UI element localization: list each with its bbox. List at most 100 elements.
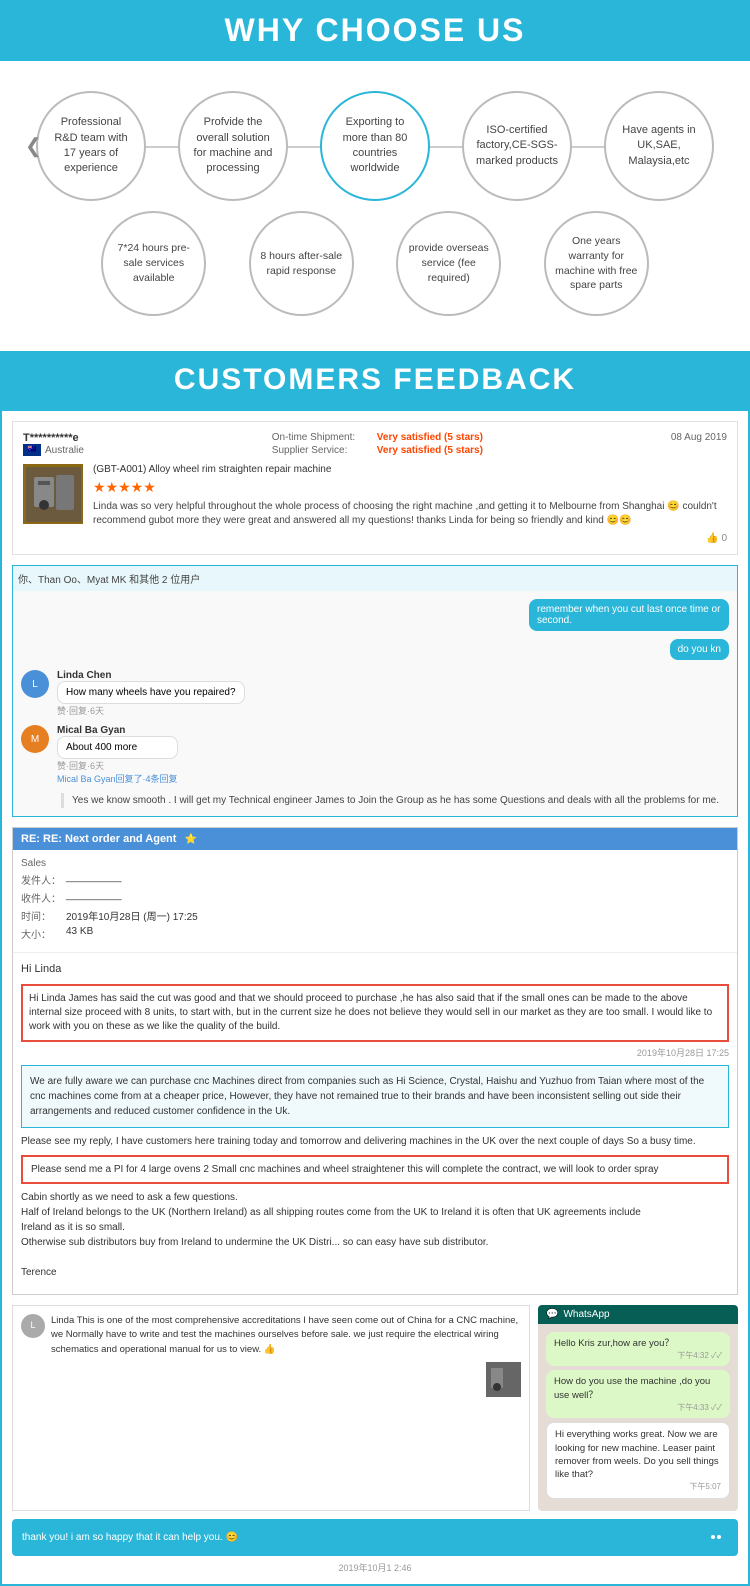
- info-text: We are fully aware we can purchase cnc M…: [30, 1076, 704, 1117]
- whatsapp-time-1: 下午4:32 ✓✓: [554, 1350, 722, 1361]
- size-label: 大小：: [21, 926, 61, 941]
- bottom-review-text: Linda This is one of the most comprehens…: [51, 1314, 521, 1357]
- email-subject: RE: RE: Next order and Agent: [21, 833, 176, 845]
- review-ratings: On-time Shipment: Very satisfied (5 star…: [272, 432, 483, 456]
- email-meta: Sales 发件人： __________ 收件人： __________ 时间…: [13, 850, 737, 953]
- feature-circle-5: Have agents in UK,SAE, Malaysia,etc: [604, 91, 714, 201]
- chat-right-msg-2: do you kn: [670, 639, 729, 660]
- bottom-features-row: 7*24 hours pre-sale services available 8…: [20, 211, 730, 316]
- chat-sub-2: 赞·回复·6天: [57, 759, 178, 772]
- reviewer-name: T**********e: [23, 432, 84, 444]
- why-header: WHY CHOOSE US: [0, 0, 750, 61]
- bottom-reviewer-avatar: L: [21, 1314, 45, 1338]
- star-rating: ★★★★★: [93, 479, 727, 496]
- whatsapp-label: WhatsApp: [563, 1309, 609, 1320]
- review-date: 08 Aug 2019: [671, 432, 727, 456]
- size-value: 43 KB: [66, 926, 93, 941]
- chat-msg-2: M Mical Ba Gyan About 400 more 赞·回复·6天 M…: [21, 725, 729, 785]
- reviewer-info: T**********e 🇦🇺 Australie: [23, 432, 84, 456]
- bottom-chat-area: L Linda This is one of the most comprehe…: [12, 1305, 738, 1511]
- top-features-row: ❮ Professional R&D team with 17 years of…: [20, 91, 730, 201]
- feature-circle-7: 8 hours after-sale rapid response: [249, 211, 354, 316]
- feature-circle-3: Exporting to more than 80 countries worl…: [320, 91, 430, 201]
- bottom-review-box: L Linda This is one of the most comprehe…: [12, 1305, 530, 1511]
- email-time-row: 时间： 2019年10月28日 (周一) 17:25: [21, 908, 729, 923]
- review-card: T**********e 🇦🇺 Australie On-time Shipme…: [12, 421, 738, 555]
- feature-text-6: 7*24 hours pre-sale services available: [111, 241, 196, 285]
- chat-reply-text: Yes we know smooth . I will get my Techn…: [72, 795, 719, 806]
- feature-text-1: Professional R&D team with 17 years of e…: [48, 115, 134, 177]
- email-size-row: 大小： 43 KB: [21, 926, 729, 941]
- customers-feedback-section: CUSTOMERS FEEDBACK T**********e 🇦🇺 Austr…: [0, 351, 750, 1586]
- whatsapp-time-3: 下午5:07: [555, 1481, 721, 1492]
- product-thumbnail: [23, 464, 83, 524]
- like-count: 👍 0: [706, 533, 727, 544]
- whatsapp-msg-1: Hello Kris zur,how are you？ 下午4:32 ✓✓: [546, 1332, 730, 1366]
- sales-label: Sales: [21, 858, 61, 869]
- email-body2: Cabin shortly as we need to ask a few qu…: [21, 1190, 729, 1280]
- features-container: ❮ Professional R&D team with 17 years of…: [0, 81, 750, 316]
- chat-section-1: 你、Than Oo、Myat MK 和其他 2 位用户 remember whe…: [12, 565, 738, 817]
- to-label: 收件人：: [21, 890, 61, 905]
- chevron-left-icon[interactable]: ❮: [25, 134, 42, 159]
- feature-circle-4: ISO-certified factory,CE-SGS-marked prod…: [462, 91, 572, 201]
- highlighted-box-1: Hi Linda James has said the cut was good…: [21, 984, 729, 1042]
- feature-circle-2: Profvide the overall solution for machin…: [178, 91, 288, 201]
- bottom-review-inner: L Linda This is one of the most comprehe…: [21, 1314, 521, 1357]
- chat-name-2: Mical Ba Gyan: [57, 725, 178, 736]
- email-sender-row: 发件人： __________: [21, 872, 729, 887]
- chat-msg-1: L Linda Chen How many wheels have you re…: [21, 670, 729, 717]
- whatsapp-messages: Hello Kris zur,how are you？ 下午4:32 ✓✓ Ho…: [538, 1324, 738, 1511]
- supplier-label: Supplier Service:: [272, 445, 372, 456]
- feature-text-2: Profvide the overall solution for machin…: [190, 115, 276, 177]
- whatsapp-time-2: 下午4:33 ✓✓: [554, 1402, 722, 1413]
- supplier-value: Very satisfied (5 stars): [377, 445, 483, 456]
- chat-header-text: 你、Than Oo、Myat MK 和其他 2 位用户: [18, 575, 200, 586]
- country-name: Australie: [45, 445, 84, 456]
- order-highlight-box: Please send me a PI for 4 large ovens 2 …: [21, 1155, 729, 1184]
- whatsapp-msg-2: How do you use the machine ,do you use w…: [546, 1370, 730, 1418]
- chat-bubble-1: How many wheels have you repaired?: [57, 681, 245, 704]
- on-time-value: Very satisfied (5 stars): [377, 432, 483, 443]
- chat-right-msg-1: remember when you cut last once time or …: [529, 599, 729, 631]
- email-from-row: Sales: [21, 858, 729, 869]
- chat-avatar-2: M: [21, 725, 49, 753]
- feature-circle-9: One years warranty for machine with free…: [544, 211, 649, 316]
- supplier-rating-row: Supplier Service: Very satisfied (5 star…: [272, 445, 483, 456]
- product-small-img: [486, 1362, 521, 1402]
- review-text-area: (GBT-A001) Alloy wheel rim straighten re…: [93, 464, 727, 528]
- on-time-rating-row: On-time Shipment: Very satisfied (5 star…: [272, 432, 483, 443]
- feature-text-8: provide overseas service (fee required): [406, 241, 491, 285]
- email-receiver-row: 收件人： __________: [21, 890, 729, 905]
- review-footer: 👍 0: [23, 533, 727, 544]
- time-value: 2019年10月28日 (周一) 17:25: [66, 908, 198, 923]
- bottom-timestamp: 2019年10月1 2:46: [12, 1561, 738, 1574]
- order-text: Please send me a PI for 4 large ovens 2 …: [31, 1164, 659, 1175]
- email-body-text: Please see my reply, I have customers he…: [21, 1134, 729, 1149]
- flag-icon: 🇦🇺: [23, 444, 41, 456]
- whatsapp-reply: Hi everything works great. Now we are lo…: [546, 1422, 730, 1498]
- email-greeting: Hi Linda: [21, 961, 729, 978]
- info-box: We are fully aware we can purchase cnc M…: [21, 1065, 729, 1128]
- feature-text-5: Have agents in UK,SAE, Malaysia,etc: [616, 123, 702, 169]
- timestamp-1: 2019年10月28日 17:25: [21, 1047, 729, 1061]
- time-label: 时间：: [21, 908, 61, 923]
- feature-text-9: One years warranty for machine with free…: [554, 234, 639, 293]
- review-text: Linda was so very helpful throughout the…: [93, 500, 727, 528]
- feature-circle-1: Professional R&D team with 17 years of e…: [36, 91, 146, 201]
- chat-sub-1: 赞·回复·6天: [57, 704, 245, 717]
- email-section: RE: RE: Next order and Agent ⭐ Sales 发件人…: [12, 827, 738, 1295]
- email-body: Hi Linda Hi Linda James has said the cut…: [13, 953, 737, 1294]
- feedback-content: T**********e 🇦🇺 Australie On-time Shipme…: [0, 409, 750, 1586]
- whatsapp-chat-box: 💬 WhatsApp Hello Kris zur,how are you？ 下…: [538, 1305, 738, 1511]
- feature-text-7: 8 hours after-sale rapid response: [259, 249, 344, 278]
- wechat-icon: [703, 1525, 728, 1550]
- highlighted-text-1: Hi Linda James has said the cut was good…: [29, 993, 712, 1032]
- chat-reply-link[interactable]: Mical Ba Gyan回复了·4条回复: [57, 772, 178, 785]
- feature-text-4: ISO-certified factory,CE-SGS-marked prod…: [474, 123, 560, 169]
- whatsapp-header: 💬 WhatsApp: [538, 1305, 738, 1324]
- feedback-title: CUSTOMERS FEEDBACK: [0, 363, 750, 397]
- receiver-value: __________: [66, 890, 122, 905]
- chat-section-header: 你、Than Oo、Myat MK 和其他 2 位用户: [13, 566, 737, 591]
- review-header: T**********e 🇦🇺 Australie On-time Shipme…: [23, 432, 727, 456]
